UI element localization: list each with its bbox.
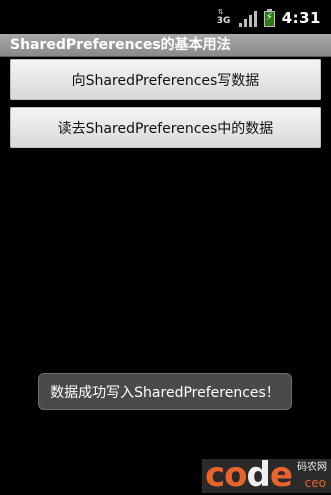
- watermark-subtitle-en: ceo: [304, 476, 326, 490]
- battery-charging-icon: ⚡: [263, 9, 275, 27]
- status-icons: ⇅ 3G ⚡ 4:31: [216, 8, 321, 28]
- watermark-logo-text: code: [205, 455, 293, 495]
- network-3g-icon: ⇅ 3G: [216, 9, 232, 27]
- app-title-bar: SharedPreferences的基本用法: [0, 34, 331, 57]
- watermark-subtitle-cn: 码农网: [297, 462, 327, 473]
- read-prefs-button[interactable]: 读去SharedPreferences中的数据: [10, 107, 321, 148]
- write-prefs-button-label: 向SharedPreferences写数据: [71, 72, 260, 89]
- toast-text: 数据成功写入SharedPreferences！: [50, 384, 280, 401]
- signal-strength-icon: [238, 10, 257, 27]
- write-prefs-button[interactable]: 向SharedPreferences写数据: [10, 59, 321, 100]
- network-type-label: 3G: [216, 16, 231, 26]
- read-prefs-button-label: 读去SharedPreferences中的数据: [57, 120, 274, 137]
- toast-message: 数据成功写入SharedPreferences！: [38, 373, 292, 410]
- watermark-logo: code 码农网 ceo: [202, 455, 331, 495]
- status-clock: 4:31: [281, 9, 321, 27]
- status-bar: ⇅ 3G ⚡ 4:31: [0, 0, 331, 34]
- network-arrows: ⇅: [217, 8, 224, 16]
- app-title: SharedPreferences的基本用法: [10, 37, 231, 53]
